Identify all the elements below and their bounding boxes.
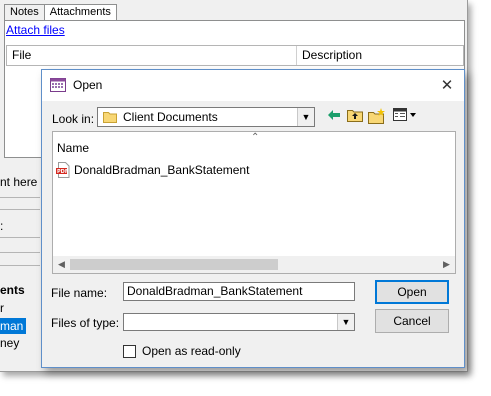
new-folder-icon[interactable]	[368, 108, 386, 126]
column-header-name[interactable]: Name	[57, 141, 89, 155]
list-item[interactable]: PDF DonaldBradman_BankStatement	[56, 161, 249, 179]
background-list-item-selected[interactable]: man	[0, 318, 27, 334]
view-menu-icon[interactable]	[392, 108, 418, 126]
back-arrow-icon[interactable]	[325, 108, 343, 126]
folder-icon	[103, 111, 117, 123]
tab-notes[interactable]: Notes	[4, 4, 45, 20]
divider	[0, 237, 40, 238]
svg-text:PDF: PDF	[57, 169, 68, 175]
files-of-type-dropdown[interactable]: ▼	[123, 313, 355, 331]
attachments-grid-header: File Description	[6, 45, 464, 66]
cancel-button[interactable]: Cancel	[375, 309, 449, 333]
open-button[interactable]: Open	[375, 280, 449, 304]
open-dialog: Open ✕ Look in: Client Documents ▼ ⌃ Nam…	[41, 69, 465, 368]
read-only-checkbox[interactable]	[123, 344, 136, 358]
up-folder-icon[interactable]	[346, 108, 364, 126]
background-text-partial: :	[0, 219, 4, 233]
column-header-description[interactable]: Description	[297, 46, 362, 65]
file-name: DonaldBradman_BankStatement	[74, 163, 250, 177]
dialog-titlebar[interactable]: Open ✕	[42, 70, 464, 101]
divider	[0, 252, 40, 253]
sort-ascending-icon: ⌃	[251, 132, 260, 143]
attach-files-link[interactable]: Attach files	[6, 23, 65, 37]
divider	[0, 197, 40, 198]
file-name-label: File name:	[51, 286, 108, 300]
horizontal-scrollbar[interactable]: ◀ ▶	[53, 256, 455, 273]
file-list[interactable]: ⌃ Name PDF DonaldBradman_BankStatement ◀…	[52, 131, 456, 274]
look-in-value: Client Documents	[123, 110, 218, 124]
close-icon[interactable]: ✕	[430, 70, 464, 101]
read-only-label: Open as read-only	[142, 344, 241, 358]
dialog-app-icon	[50, 78, 66, 92]
divider	[0, 265, 40, 266]
background-text-partial: nt here	[0, 175, 38, 189]
dialog-title: Open	[73, 78, 103, 92]
read-only-checkbox-row[interactable]: Open as read-only	[123, 344, 241, 358]
tab-strip: Notes Attachments	[4, 4, 117, 21]
pdf-icon: PDF	[56, 162, 71, 178]
look-in-label: Look in:	[52, 112, 95, 126]
scrollbar-thumb[interactable]	[70, 259, 278, 270]
background-section-heading: ents	[0, 283, 25, 297]
divider	[0, 209, 40, 210]
files-of-type-label: Files of type:	[51, 316, 120, 330]
chevron-down-icon[interactable]: ▼	[297, 108, 314, 126]
chevron-down-icon[interactable]: ▼	[337, 314, 354, 330]
tab-attachments[interactable]: Attachments	[43, 4, 117, 21]
scroll-right-icon[interactable]: ▶	[438, 256, 455, 273]
file-name-input[interactable]: DonaldBradman_BankStatement	[123, 282, 355, 301]
look-in-dropdown[interactable]: Client Documents ▼	[97, 107, 315, 127]
background-list-item[interactable]: r	[0, 301, 4, 315]
column-header-file[interactable]: File	[7, 46, 297, 65]
background-list-item[interactable]: ney	[0, 336, 19, 350]
scroll-left-icon[interactable]: ◀	[53, 256, 70, 273]
